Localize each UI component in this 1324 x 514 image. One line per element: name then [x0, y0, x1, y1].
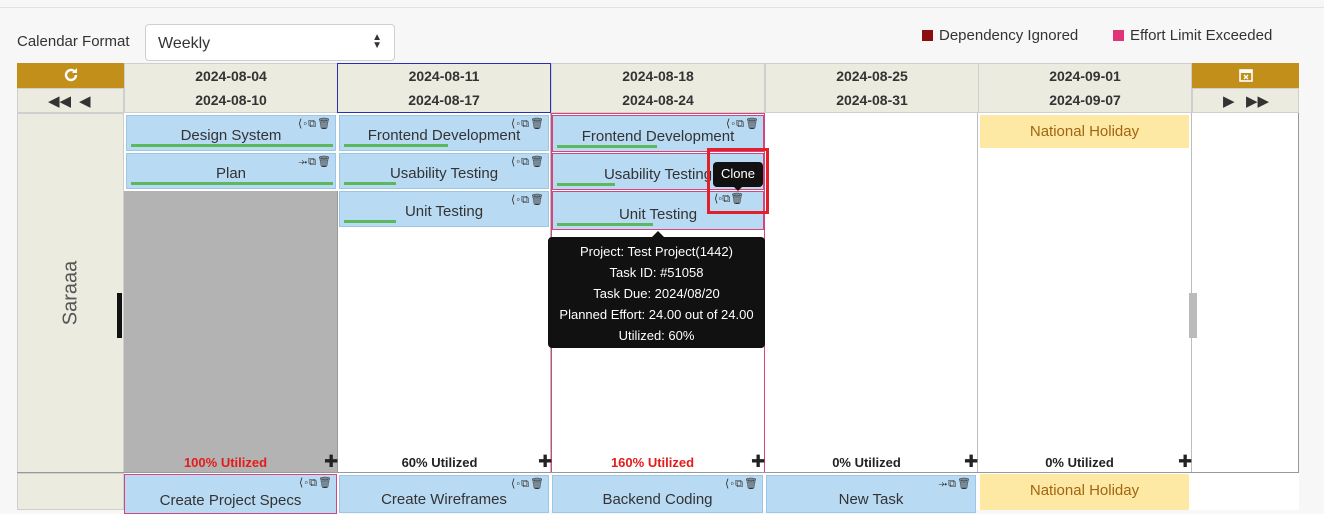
- task-card[interactable]: ⟨◦⧉🗑 Unit Testing: [339, 191, 549, 227]
- refresh-button[interactable]: [17, 63, 124, 88]
- last-page-icon[interactable]: ▶▶: [1246, 92, 1269, 110]
- row-resize-handle-right[interactable]: [1189, 293, 1197, 338]
- task-card[interactable]: ⟨◦⧉🗑 Backend Coding: [552, 475, 763, 513]
- legend-swatch-dependency: [922, 30, 933, 41]
- task-card[interactable]: ⤞⧉🗑 Plan: [126, 153, 336, 189]
- resource-row-label: Saraaa: [17, 113, 124, 473]
- week-cell-5[interactable]: [978, 113, 1192, 473]
- top-divider: [0, 7, 1324, 8]
- holiday-card: National Holiday: [980, 474, 1189, 510]
- task-progress: [557, 183, 615, 186]
- task-progress: [557, 145, 657, 148]
- tooltip-project: Project: Test Project(1442): [580, 244, 733, 259]
- calendar-format-label: Calendar Format: [17, 33, 130, 50]
- clone-tooltip: Clone: [713, 162, 763, 187]
- legend-effort-limit-exceeded: Effort Limit Exceeded: [1113, 27, 1272, 44]
- utilization-label: 0% Utilized: [832, 455, 901, 470]
- task-card[interactable]: ⟨◦⧉🗑 Design System: [126, 115, 336, 151]
- task-progress: [131, 182, 333, 185]
- task-card[interactable]: ⟨◦⧉🗑 Frontend Development: [339, 115, 549, 151]
- week-header-5: 2024-09-01 2024-09-07: [978, 63, 1192, 113]
- clone-icon[interactable]: ⧉: [722, 193, 730, 205]
- refresh-icon: [64, 68, 77, 82]
- task-card[interactable]: ⟨◦⧉🗑 Usability Testing: [339, 153, 549, 189]
- resource-name: Saraaa: [59, 260, 81, 326]
- task-actions-icons[interactable]: ⟨◦⧉🗑: [511, 477, 545, 491]
- dependency-icon[interactable]: ⟨◦: [714, 193, 722, 205]
- task-progress: [131, 144, 333, 147]
- add-task-icon[interactable]: ✚: [964, 452, 978, 472]
- task-progress: [344, 182, 396, 185]
- resource-row-label-2: [17, 473, 124, 510]
- next-nav: ▶ ▶▶: [1192, 88, 1299, 113]
- calendar-format-select[interactable]: Weekly ▲ ▼: [145, 24, 395, 61]
- prev-nav: ◀◀ ◀: [17, 88, 124, 113]
- legend-swatch-effort: [1113, 30, 1124, 41]
- legend-dependency-ignored: Dependency Ignored: [922, 27, 1078, 44]
- clone-tooltip-arrow: [733, 186, 743, 191]
- prev-page-icon[interactable]: ◀: [79, 92, 91, 110]
- week-header-3: 2024-08-18 2024-08-24: [551, 63, 765, 113]
- task-progress: [557, 223, 653, 226]
- task-card[interactable]: ⟨◦⧉🗑 Create Project Specs: [124, 474, 337, 514]
- holiday-card: National Holiday: [980, 115, 1189, 148]
- delete-icon[interactable]: 🗑: [730, 193, 744, 205]
- calendar-icon: [1238, 69, 1253, 82]
- utilization-label: 100% Utilized: [183, 455, 268, 470]
- task-actions-icons[interactable]: ⤞⧉🗑: [938, 477, 972, 491]
- add-task-icon[interactable]: ✚: [324, 452, 338, 472]
- first-page-icon[interactable]: ◀◀: [48, 92, 71, 110]
- next-page-icon[interactable]: ▶: [1223, 92, 1235, 110]
- task-actions-icons[interactable]: ⟨◦⧉🗑: [714, 192, 744, 206]
- tooltip-due: Task Due: 2024/08/20: [593, 286, 720, 301]
- utilization-label: 160% Utilized: [610, 455, 695, 470]
- week-cell-4[interactable]: [765, 113, 978, 473]
- week-header-2: 2024-08-11 2024-08-17: [337, 63, 551, 113]
- tooltip-task-id: Task ID: #51058: [609, 265, 704, 280]
- task-actions-icons[interactable]: ⟨◦⧉🗑: [299, 476, 333, 490]
- task-actions-icons[interactable]: ⟨◦⧉🗑: [725, 477, 759, 491]
- tooltip-effort: Planned Effort: 24.00 out of 24.00: [559, 307, 754, 322]
- today-button[interactable]: [1192, 63, 1299, 88]
- task-card[interactable]: ⤞⧉🗑 New Task: [766, 475, 976, 513]
- week-header-4: 2024-08-25 2024-08-31: [765, 63, 979, 113]
- tooltip-utilized: Utilized: 60%: [618, 328, 695, 343]
- utilization-label: 0% Utilized: [1045, 455, 1114, 470]
- right-pad-cell: [1192, 113, 1299, 473]
- task-card[interactable]: ⟨◦⧉🗑 Create Wireframes: [339, 475, 549, 513]
- utilization-label: 60% Utilized: [401, 455, 478, 470]
- calendar-format-value: Weekly: [158, 35, 211, 52]
- task-tooltip: Project: Test Project(1442) Task ID: #51…: [548, 237, 765, 348]
- select-arrows-icon: ▲ ▼: [372, 32, 382, 51]
- task-progress: [344, 220, 396, 223]
- row-resize-handle-left[interactable]: [117, 293, 122, 338]
- add-task-icon[interactable]: ✚: [1178, 452, 1192, 472]
- task-progress: [344, 144, 448, 147]
- add-task-icon[interactable]: ✚: [751, 452, 765, 472]
- week-header-1: 2024-08-04 2024-08-10: [124, 63, 338, 113]
- task-card[interactable]: ⟨◦⧉🗑 Frontend Development: [552, 115, 764, 152]
